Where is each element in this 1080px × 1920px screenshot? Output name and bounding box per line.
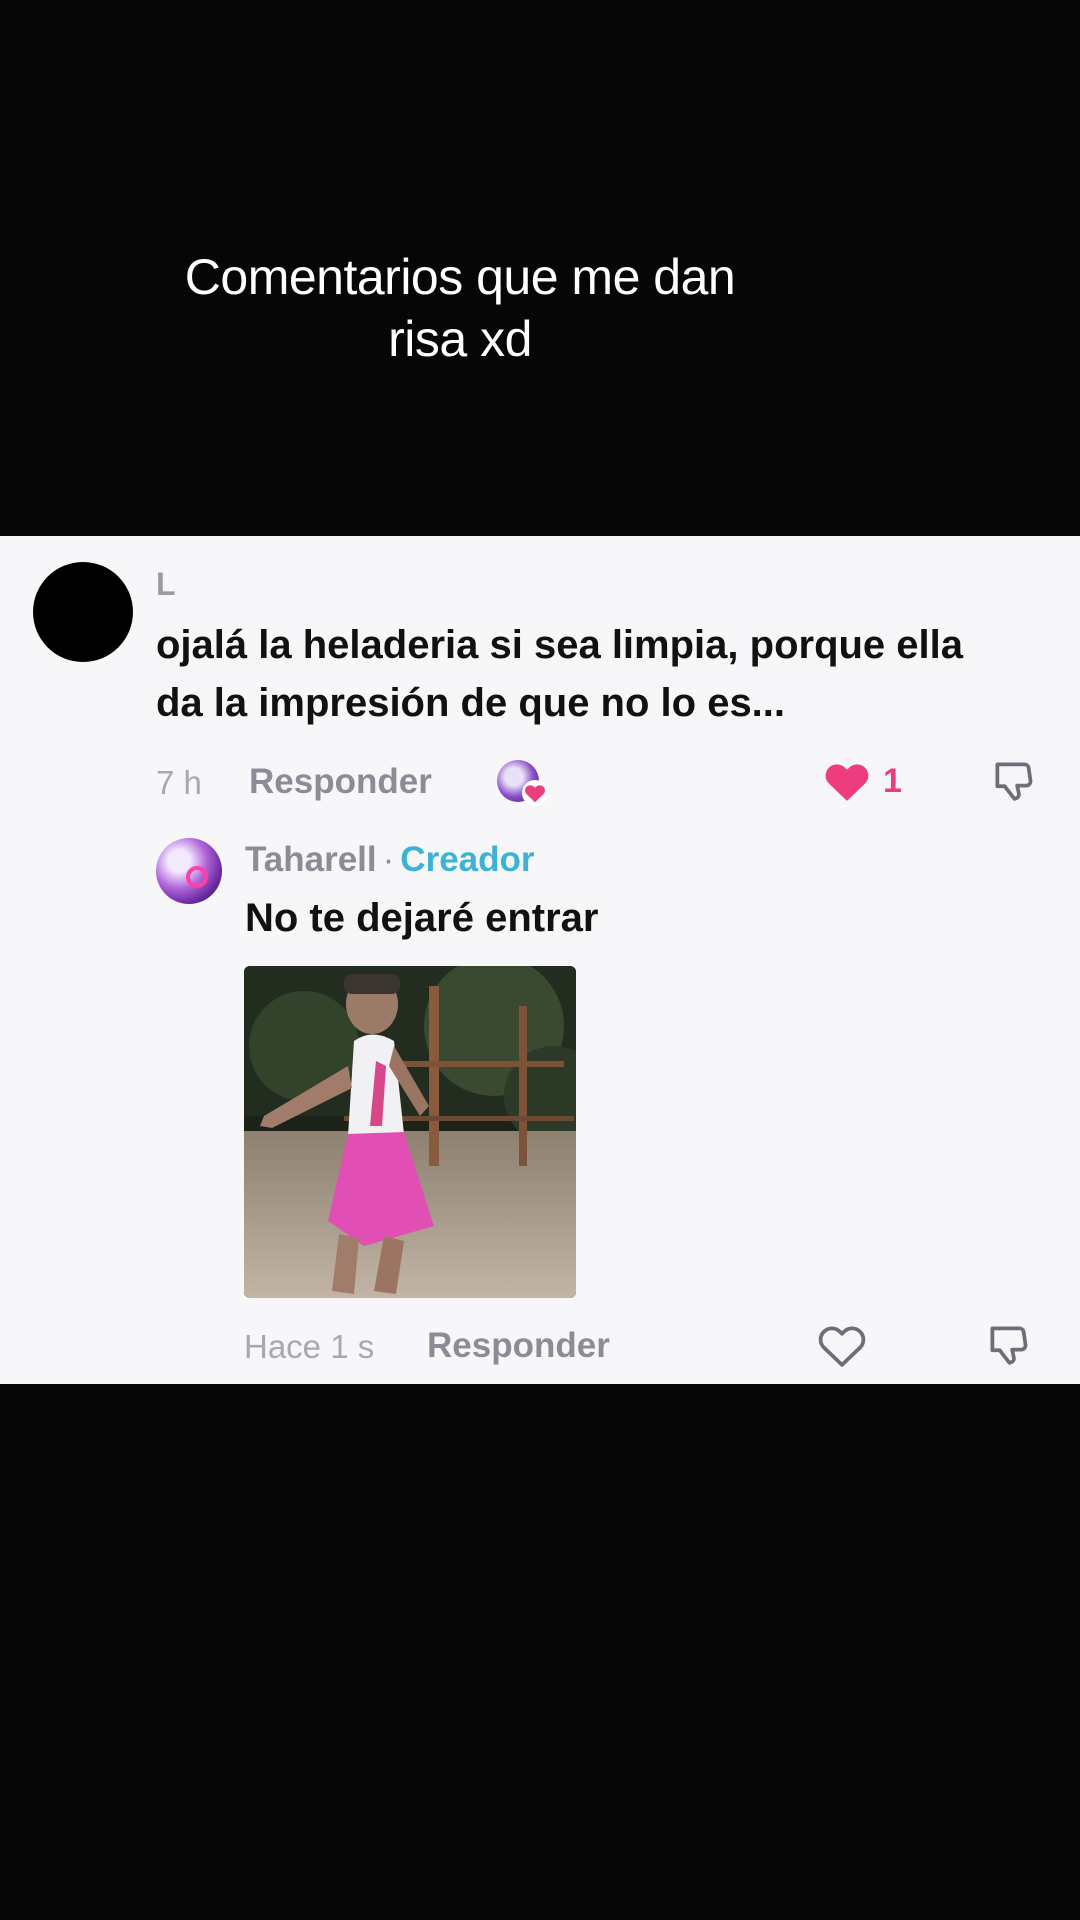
comment-timestamp: 7 h bbox=[156, 764, 202, 801]
reply-text: No te dejaré entrar bbox=[245, 896, 599, 940]
video-caption: Comentarios que me dan risa xd bbox=[184, 249, 736, 367]
reply-header: Taharell · Creador bbox=[245, 840, 535, 880]
creator-badge: Creador bbox=[400, 840, 535, 879]
thumbs-down-icon[interactable] bbox=[988, 756, 1038, 811]
reply-like-heart-icon[interactable] bbox=[817, 1320, 867, 1373]
reply-actions: Hace 1 s Responder bbox=[0, 1322, 1080, 1372]
comment-panel: L ojalá la heladeria si sea limpia, porq… bbox=[0, 536, 1080, 1384]
reply-thumbs-down-icon[interactable] bbox=[983, 1320, 1033, 1375]
like-count: 1 bbox=[883, 762, 902, 800]
comment-text: ojalá la heladeria si sea limpia, porque… bbox=[156, 623, 964, 725]
reply-reply-button[interactable]: Responder bbox=[427, 1326, 610, 1366]
creator-avatar[interactable] bbox=[156, 838, 222, 904]
reply-timestamp: Hace 1 s bbox=[244, 1328, 375, 1365]
comment-actions: 7 h Responder 1 bbox=[0, 758, 1080, 808]
reply-username[interactable]: Taharell bbox=[245, 840, 377, 879]
reply-gif-image[interactable] bbox=[244, 966, 576, 1298]
like-heart-icon[interactable] bbox=[822, 756, 872, 809]
creator-liked-heart-icon bbox=[522, 780, 548, 806]
commenter-username[interactable]: L bbox=[156, 566, 176, 603]
commenter-avatar[interactable] bbox=[33, 562, 133, 662]
separator-dot: · bbox=[382, 840, 395, 879]
reply-button[interactable]: Responder bbox=[249, 762, 432, 802]
